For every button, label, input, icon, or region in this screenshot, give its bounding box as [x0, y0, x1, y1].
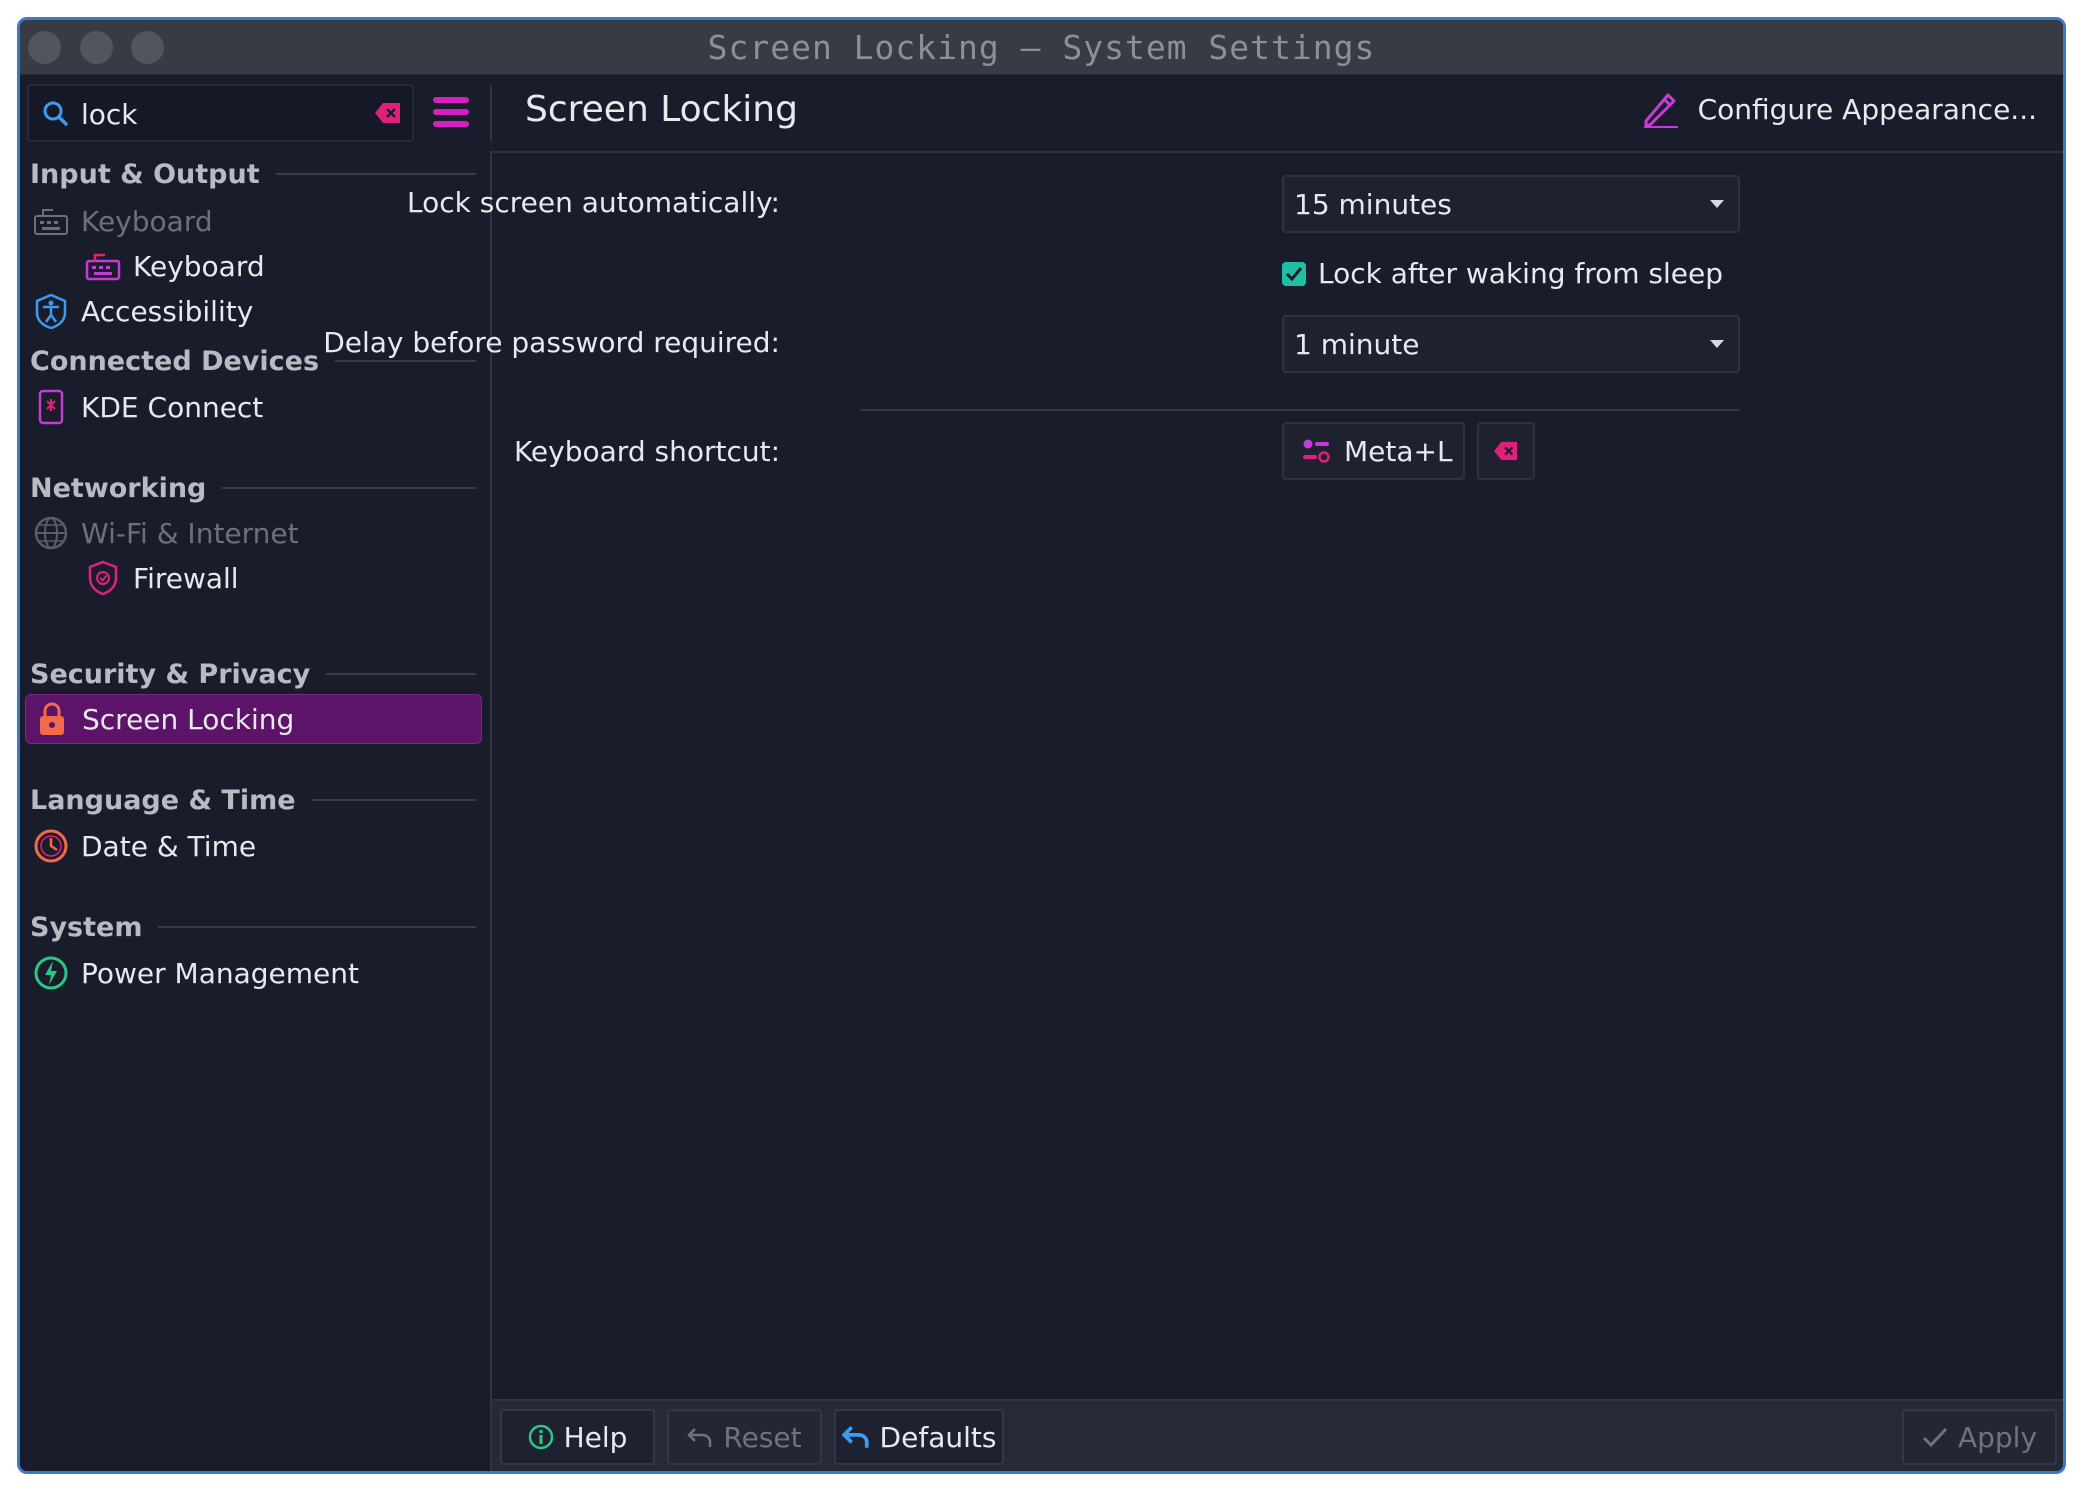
pencil-icon	[1643, 93, 1678, 128]
search-icon	[43, 101, 68, 126]
chevron-down-icon	[1710, 340, 1724, 348]
sidebar-item-power-management[interactable]: Power Management	[25, 948, 482, 998]
help-icon	[528, 1424, 553, 1450]
shortcut-config-icon	[1303, 439, 1330, 463]
checkmark-icon	[1285, 266, 1303, 281]
lock-icon	[34, 701, 70, 737]
category-networking: Networking	[30, 468, 476, 508]
lock-auto-value: 15 minutes	[1294, 187, 1452, 221]
sidebar-item-date-time[interactable]: Date & Time	[25, 821, 482, 871]
search-box[interactable]	[27, 84, 414, 142]
clear-shortcut-button[interactable]	[1477, 422, 1535, 480]
delay-label: Delay before password required:	[323, 326, 780, 359]
sidebar-item-firewall[interactable]: Firewall	[25, 553, 482, 603]
header-separator	[490, 85, 492, 141]
delay-combobox[interactable]: 1 minute	[1282, 315, 1740, 373]
defaults-button[interactable]: Defaults	[834, 1409, 1004, 1465]
page-title: Screen Locking	[525, 89, 798, 130]
defaults-icon	[841, 1425, 869, 1448]
settings-content: Lock screen automatically: 15 minutes Lo…	[323, 151, 2063, 1401]
form-separator	[860, 409, 1740, 411]
sidebar-item-screen-locking[interactable]: Screen Locking	[25, 694, 482, 744]
shortcut-value: Meta+L	[1344, 434, 1453, 468]
titlebar: Screen Locking — System Settings	[20, 20, 2063, 75]
delay-value: 1 minute	[1294, 327, 1420, 361]
sidebar-item-keyboard[interactable]: Keyboard	[25, 241, 482, 291]
apply-button[interactable]: Apply	[1902, 1409, 2057, 1465]
keyboard-icon	[33, 203, 69, 239]
hamburger-menu-icon[interactable]	[431, 93, 471, 131]
lock-after-sleep-row[interactable]: Lock after waking from sleep	[1282, 257, 1723, 290]
power-icon	[33, 955, 69, 991]
header-bar: Screen Locking Configure Appearance...	[20, 75, 2063, 153]
globe-icon	[33, 515, 69, 551]
category-language-time: Language & Time	[30, 780, 476, 820]
configure-appearance-label: Configure Appearance...	[1697, 92, 2037, 126]
reset-button[interactable]: Reset	[667, 1409, 822, 1465]
category-security-privacy: Security & Privacy	[30, 654, 476, 694]
shield-icon	[85, 560, 121, 596]
sidebar-item-kde-connect[interactable]: KDE Connect	[25, 382, 482, 432]
clock-icon	[33, 828, 69, 864]
checkmark-icon	[1922, 1427, 1948, 1448]
shortcut-label: Keyboard shortcut:	[513, 435, 780, 468]
clear-icon	[1494, 441, 1517, 461]
search-input[interactable]	[79, 92, 383, 136]
footer-bar: Help Reset Defaults Apply	[492, 1399, 2063, 1471]
configure-appearance-button[interactable]: Configure Appearance...	[1642, 89, 2037, 129]
sidebar-item-wifi-internet[interactable]: Wi-Fi & Internet	[25, 508, 482, 558]
lock-auto-combobox[interactable]: 15 minutes	[1282, 175, 1740, 233]
accessibility-icon	[33, 293, 69, 329]
settings-window: Screen Locking — System Settings Screen …	[17, 17, 2066, 1474]
category-system: System	[30, 907, 476, 947]
clear-search-icon[interactable]	[374, 101, 402, 125]
window-title: Screen Locking — System Settings	[707, 28, 1376, 67]
lock-auto-label: Lock screen automatically:	[406, 186, 780, 219]
undo-icon	[687, 1428, 712, 1447]
chevron-down-icon	[1710, 200, 1724, 208]
keyboard-icon	[85, 248, 121, 284]
lock-after-sleep-checkbox[interactable]	[1282, 261, 1306, 286]
lock-after-sleep-label: Lock after waking from sleep	[1318, 257, 1724, 290]
keyboard-shortcut-button[interactable]: Meta+L	[1282, 422, 1465, 480]
kde-connect-icon	[33, 389, 69, 425]
help-button[interactable]: Help	[500, 1409, 655, 1465]
